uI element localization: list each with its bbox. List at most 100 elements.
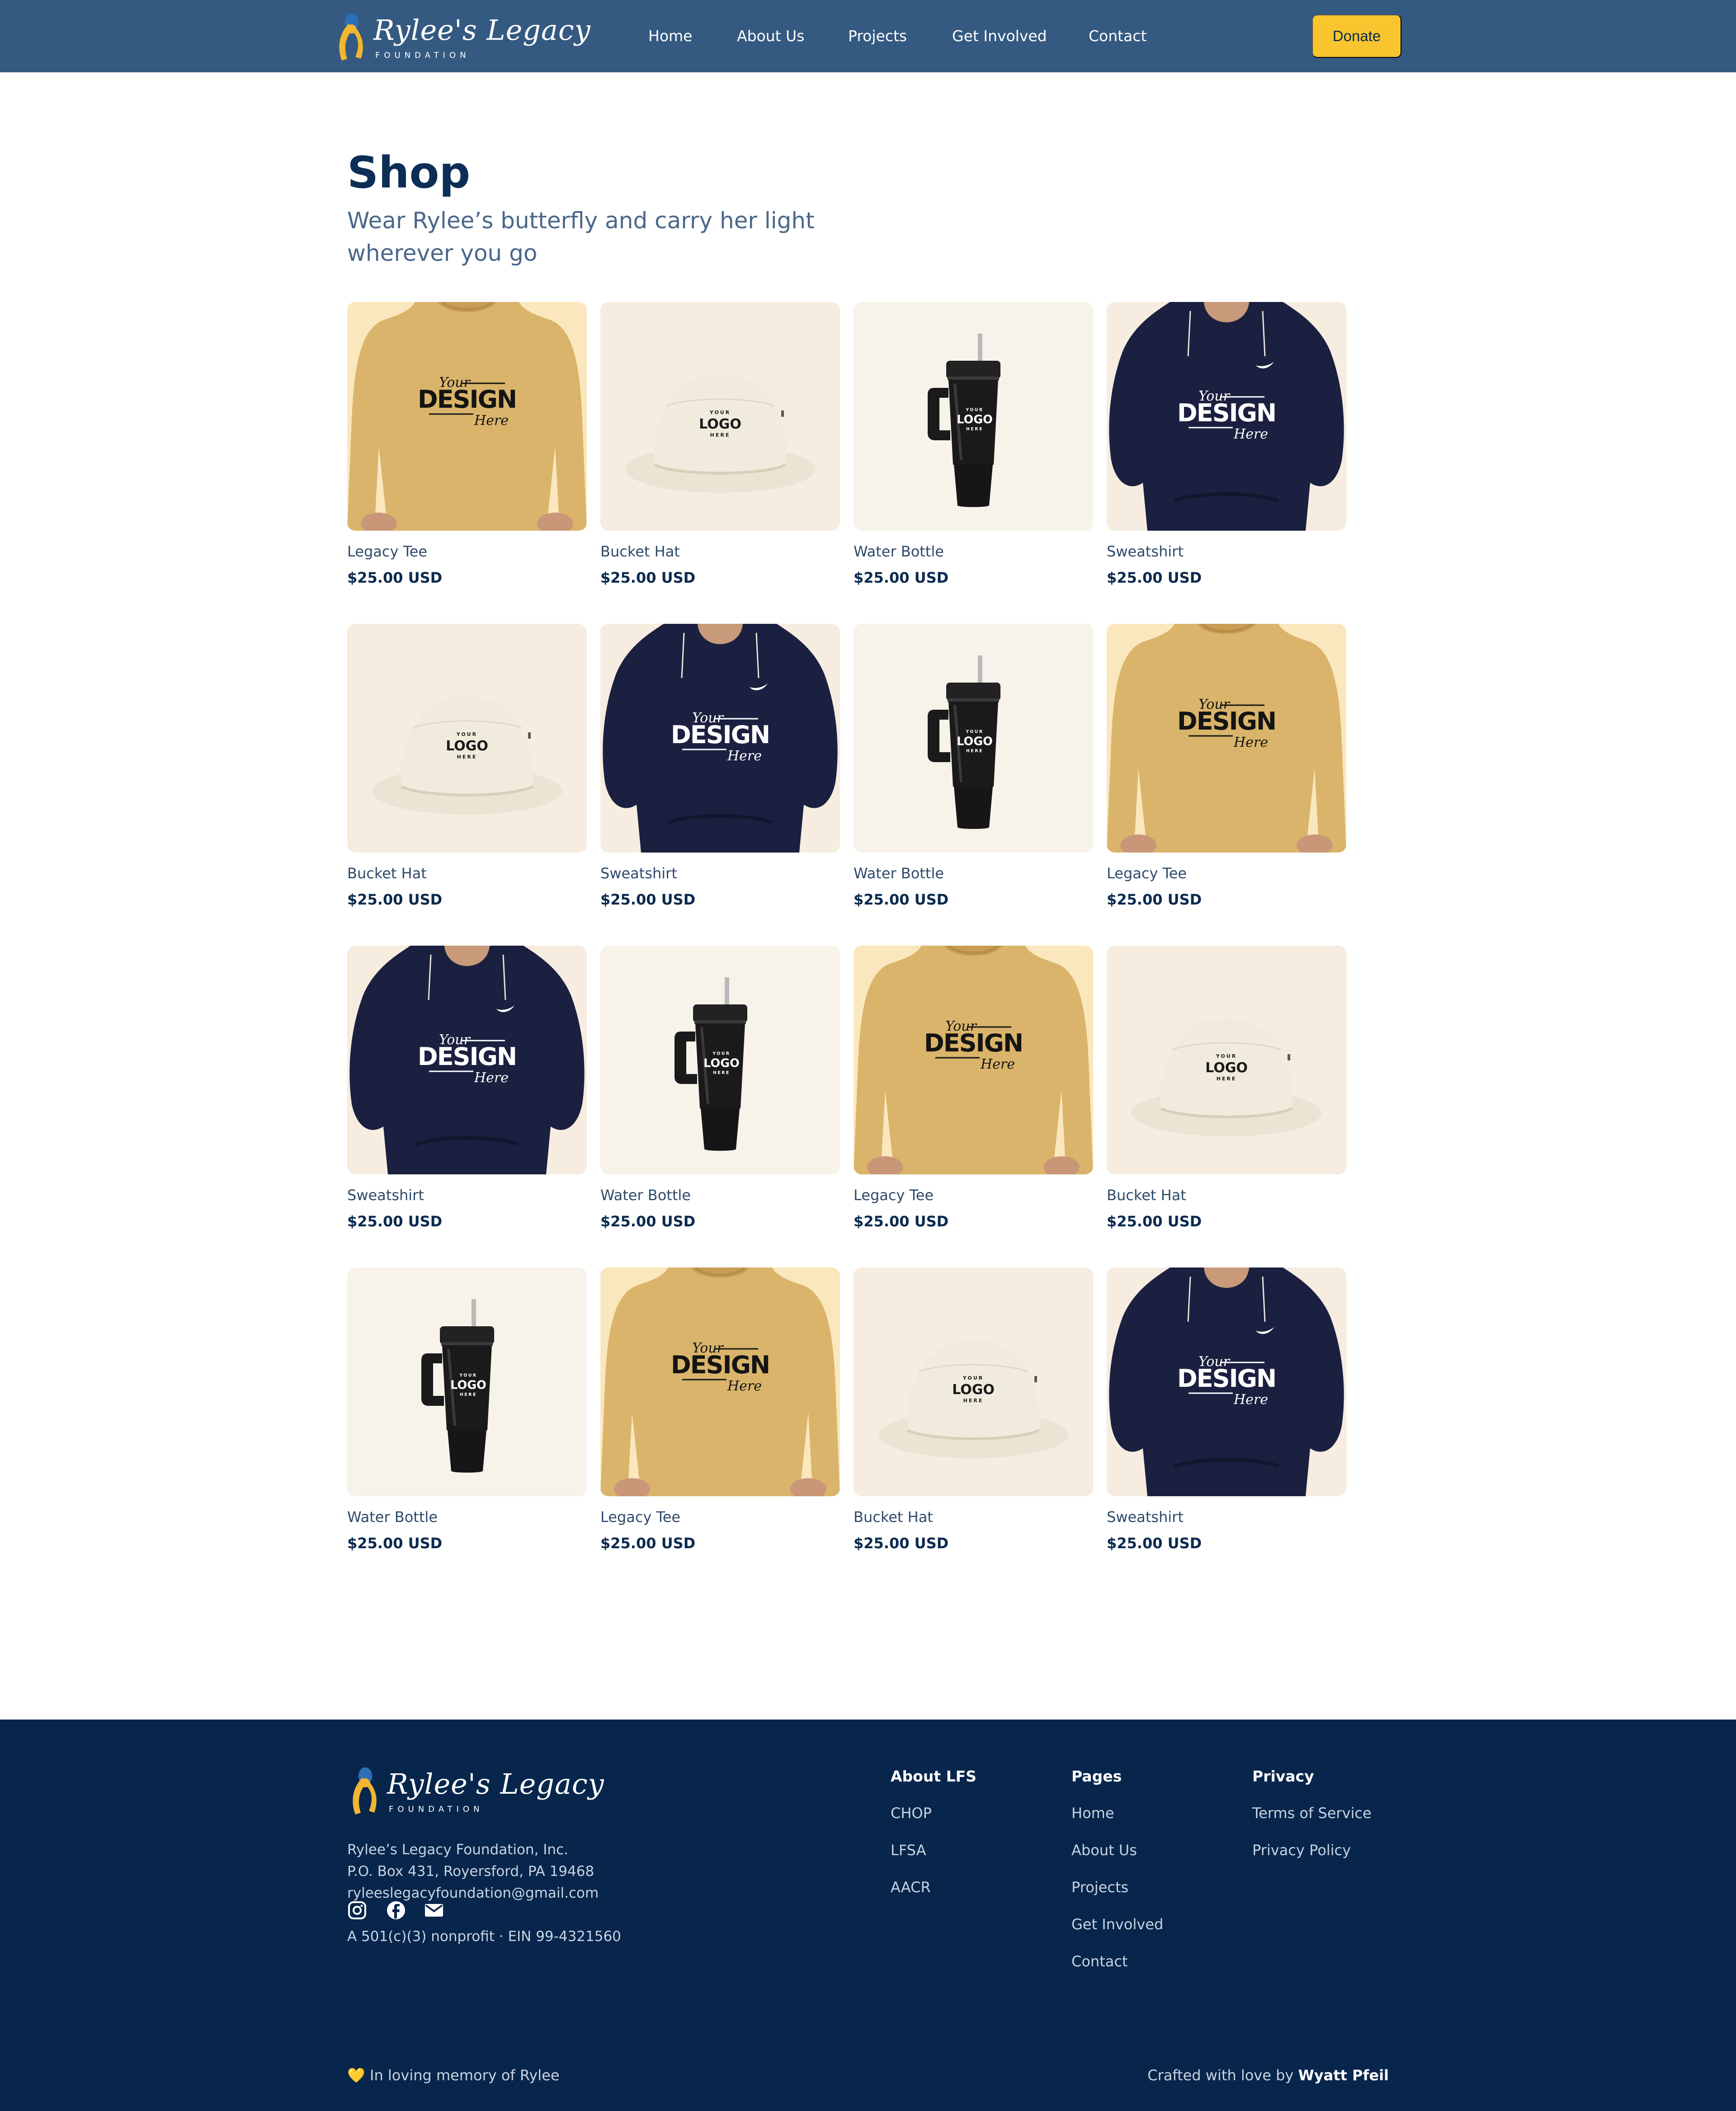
product-name[interactable]: Legacy Tee	[347, 542, 587, 561]
product-name[interactable]: Water Bottle	[854, 542, 1093, 561]
product-name[interactable]: Legacy Tee	[600, 1508, 840, 1526]
product-card[interactable]: Your DESIGN Here Legacy Tee $25.00 USD	[347, 302, 587, 587]
footer-link[interactable]: About Us	[1071, 1842, 1137, 1859]
product-card[interactable]: YOUR LOGO HERE Water Bottle $25.00 USD	[347, 1268, 587, 1552]
footer-brand-logo[interactable]: Rylee's Legacy FOUNDATION	[347, 1764, 604, 1818]
product-name[interactable]: Bucket Hat	[1107, 1186, 1346, 1204]
nav-home[interactable]: Home	[648, 26, 692, 46]
product-image[interactable]: Your DESIGN Here	[347, 946, 587, 1174]
product-image[interactable]: Your DESIGN Here	[600, 624, 840, 853]
product-name[interactable]: Sweatshirt	[1107, 1508, 1346, 1526]
footer-column-heading: Pages	[1071, 1767, 1122, 1785]
product-card[interactable]: YOUR LOGO HERE Bucket Hat $25.00 USD	[600, 302, 840, 587]
product-card[interactable]: Your DESIGN Here Sweatshirt $25.00 USD	[1107, 1268, 1346, 1552]
footer-address: P.O. Box 431, Royersford, PA 19468	[347, 1863, 594, 1880]
mockup-text-design: DESIGN	[671, 721, 769, 749]
footer-memory: 💛 In loving memory of Rylee	[347, 2067, 560, 2084]
product-image[interactable]: Your DESIGN Here	[1107, 302, 1346, 531]
product-price: $25.00 USD	[600, 569, 696, 586]
product-image[interactable]: Your DESIGN Here	[854, 946, 1093, 1174]
product-name[interactable]: Bucket Hat	[854, 1508, 1093, 1526]
footer-credit: Crafted with love by Wyatt Pfeil	[1147, 2067, 1389, 2084]
footer-column-heading: About LFS	[891, 1767, 976, 1785]
product-card[interactable]: Your DESIGN Here Legacy Tee $25.00 USD	[600, 1268, 840, 1552]
product-card[interactable]: Your DESIGN Here Sweatshirt $25.00 USD	[347, 946, 587, 1230]
product-image[interactable]: YOUR LOGO HERE	[854, 302, 1093, 531]
bucket-hat-mockup: YOUR LOGO HERE	[854, 1268, 1093, 1496]
mockup-text-logo: LOGO	[957, 735, 993, 749]
product-card[interactable]: Your DESIGN Here Sweatshirt $25.00 USD	[1107, 302, 1346, 587]
footer-link[interactable]: Privacy Policy	[1252, 1842, 1351, 1859]
footer-link[interactable]: Get Involved	[1071, 1916, 1163, 1933]
footer-link[interactable]: Contact	[1071, 1953, 1128, 1970]
product-image[interactable]: Your DESIGN Here	[600, 1268, 840, 1496]
product-price: $25.00 USD	[854, 1535, 949, 1552]
brand-logo[interactable]: Rylee's Legacy FOUNDATION	[334, 10, 590, 62]
footer-memory-text: In loving memory of Rylee	[370, 2067, 560, 2084]
instagram-icon[interactable]	[347, 1900, 367, 1920]
sweatshirt-mockup: Your DESIGN Here	[600, 624, 840, 853]
footer-brand-subtitle: FOUNDATION	[389, 1805, 484, 1814]
footer-credit-name[interactable]: Wyatt Pfeil	[1298, 2067, 1389, 2084]
mockup-text-design: DESIGN	[924, 1029, 1023, 1057]
mockup-text-logo-here: HERE	[963, 1398, 984, 1404]
product-image[interactable]: YOUR LOGO HERE	[600, 946, 840, 1174]
footer-email-link[interactable]: ryleeslegacyfoundation@gmail.com	[347, 1883, 599, 1903]
product-name[interactable]: Legacy Tee	[854, 1186, 1093, 1204]
product-name[interactable]: Water Bottle	[854, 864, 1093, 882]
sweatshirt-mockup: Your DESIGN Here	[1107, 1268, 1346, 1496]
page-subtitle: Wear Rylee’s butterfly and carry her lig…	[347, 207, 815, 266]
email-icon[interactable]	[424, 1900, 444, 1920]
nav-contact[interactable]: Contact	[1089, 26, 1146, 46]
product-card[interactable]: YOUR LOGO HERE Water Bottle $25.00 USD	[600, 946, 840, 1230]
product-name[interactable]: Sweatshirt	[347, 1186, 587, 1204]
product-image[interactable]: YOUR LOGO HERE	[1107, 946, 1346, 1174]
product-image[interactable]: YOUR LOGO HERE	[600, 302, 840, 531]
product-card[interactable]: Your DESIGN Here Legacy Tee $25.00 USD	[1107, 624, 1346, 909]
product-name[interactable]: Water Bottle	[347, 1508, 587, 1526]
sweatshirt-mockup: Your DESIGN Here	[1107, 302, 1346, 531]
product-image[interactable]: Your DESIGN Here	[347, 302, 587, 531]
product-name[interactable]: Sweatshirt	[600, 864, 840, 882]
footer-link[interactable]: Home	[1071, 1805, 1114, 1822]
product-card[interactable]: YOUR LOGO HERE Water Bottle $25.00 USD	[854, 302, 1093, 587]
mockup-text-your-logo: YOUR	[459, 1373, 477, 1378]
footer-link[interactable]: CHOP	[891, 1805, 932, 1822]
product-price: $25.00 USD	[347, 891, 443, 908]
footer-link[interactable]: Terms of Service	[1252, 1805, 1372, 1822]
product-card[interactable]: YOUR LOGO HERE Bucket Hat $25.00 USD	[1107, 946, 1346, 1230]
product-name[interactable]: Legacy Tee	[1107, 864, 1346, 882]
footer-link[interactable]: LFSA	[891, 1842, 926, 1859]
product-price: $25.00 USD	[1107, 569, 1202, 586]
product-image[interactable]: YOUR LOGO HERE	[347, 1268, 587, 1496]
product-image[interactable]: Your DESIGN Here	[1107, 624, 1346, 853]
donate-button[interactable]: Donate	[1312, 14, 1401, 58]
mockup-text-here: Here	[1233, 426, 1268, 442]
product-card[interactable]: Your DESIGN Here Sweatshirt $25.00 USD	[600, 624, 840, 909]
product-card[interactable]: YOUR LOGO HERE Bucket Hat $25.00 USD	[854, 1268, 1093, 1552]
footer-org-name: Rylee’s Legacy Foundation, Inc.	[347, 1842, 568, 1858]
product-image[interactable]: YOUR LOGO HERE	[854, 1268, 1093, 1496]
product-card[interactable]: YOUR LOGO HERE Bucket Hat $25.00 USD	[347, 624, 587, 909]
mockup-text-design: DESIGN	[1177, 1364, 1276, 1393]
nav-get-involved[interactable]: Get Involved	[952, 26, 1047, 46]
nav-about-us[interactable]: About Us	[737, 26, 804, 46]
footer-column-heading: Privacy	[1252, 1767, 1314, 1785]
product-image[interactable]: Your DESIGN Here	[1107, 1268, 1346, 1496]
product-name[interactable]: Water Bottle	[600, 1186, 840, 1204]
brand-name: Rylee's Legacy	[373, 14, 591, 47]
product-card[interactable]: Your DESIGN Here Legacy Tee $25.00 USD	[854, 946, 1093, 1230]
yellow-heart-icon: 💛	[347, 2067, 365, 2084]
product-name[interactable]: Bucket Hat	[347, 864, 587, 882]
nav-projects[interactable]: Projects	[848, 26, 907, 46]
mockup-text-your-logo: YOUR	[456, 731, 477, 737]
product-name[interactable]: Sweatshirt	[1107, 542, 1346, 561]
product-image[interactable]: YOUR LOGO HERE	[854, 624, 1093, 853]
product-image[interactable]: YOUR LOGO HERE	[347, 624, 587, 853]
product-card[interactable]: YOUR LOGO HERE Water Bottle $25.00 USD	[854, 624, 1093, 909]
product-name[interactable]: Bucket Hat	[600, 542, 840, 561]
footer-link[interactable]: AACR	[891, 1879, 931, 1896]
mockup-text-your-logo: YOUR	[1216, 1053, 1237, 1059]
footer-link[interactable]: Projects	[1071, 1879, 1128, 1896]
facebook-icon[interactable]	[386, 1900, 406, 1920]
